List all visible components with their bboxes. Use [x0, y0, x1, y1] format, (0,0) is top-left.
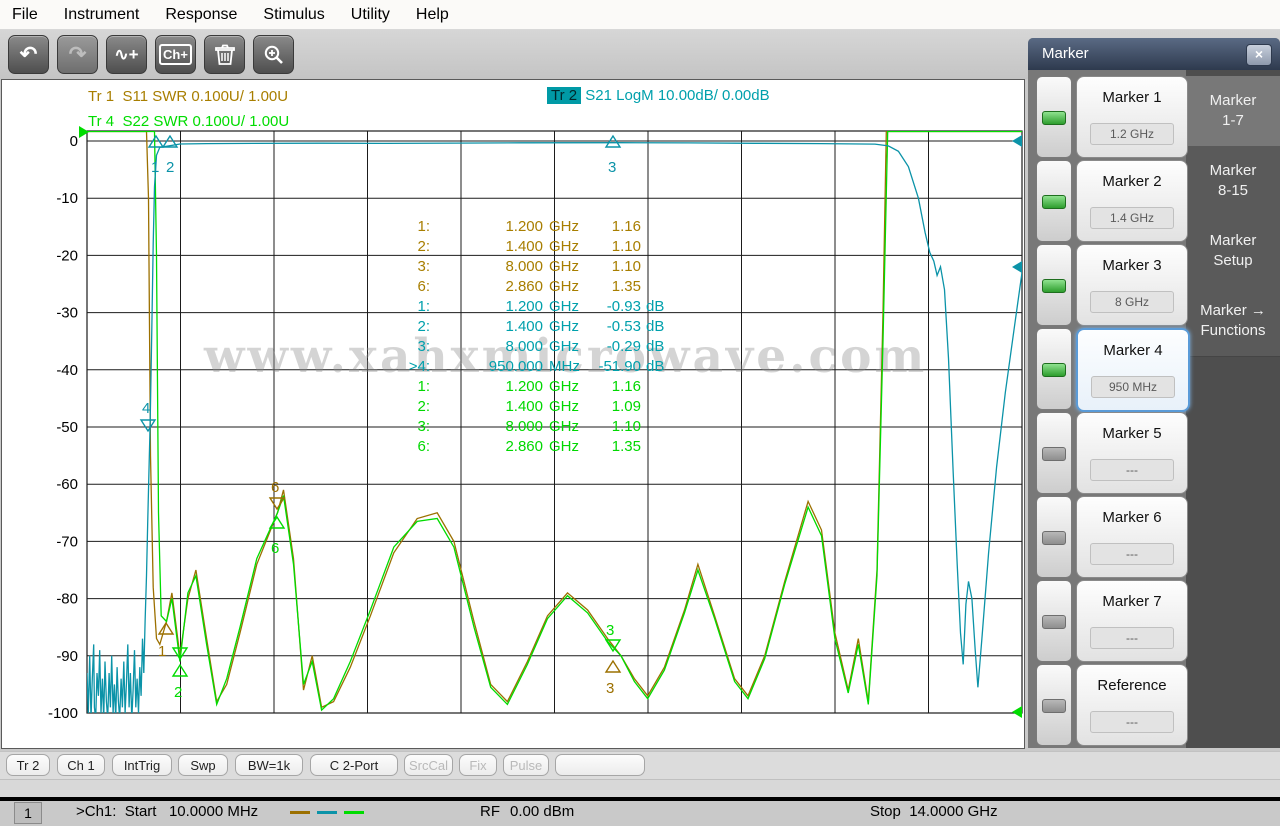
marker-toggle-6[interactable] — [1036, 496, 1072, 578]
menu-help[interactable]: Help — [414, 4, 451, 26]
menu-response[interactable]: Response — [163, 4, 239, 26]
led-off-icon — [1042, 615, 1066, 629]
tr2-legend-dash — [317, 811, 337, 814]
delete-button[interactable] — [204, 35, 245, 74]
marker-button-marker-3[interactable]: Marker 3 8 GHz — [1076, 244, 1188, 326]
tab-marker-8-15[interactable]: Marker8-15 — [1186, 146, 1280, 217]
marker-toggle-1[interactable] — [1036, 76, 1072, 158]
marker-toggle-5[interactable] — [1036, 412, 1072, 494]
menu-instrument[interactable]: Instrument — [62, 4, 142, 26]
trace-label-tr1[interactable]: Tr 1 S11 SWR 0.100U/ 1.00U — [88, 88, 288, 105]
marker-button-title: Marker 1 — [1077, 89, 1187, 106]
marker-button-title: Marker 3 — [1077, 257, 1187, 274]
marker-panel-tabs: Marker1-7 Marker8-15 MarkerSetup Marker … — [1186, 70, 1280, 748]
marker-value-field[interactable]: 1.2 GHz — [1090, 123, 1174, 145]
marker-value-field[interactable]: --- — [1090, 627, 1174, 649]
led-on-icon — [1042, 195, 1066, 209]
tr1-legend-dash — [290, 811, 310, 814]
taskbar-chip-c-2-port[interactable]: C 2-Port — [310, 754, 398, 776]
add-channel-button[interactable]: Ch+ — [155, 35, 196, 74]
tab-marker-setup[interactable]: MarkerSetup — [1186, 216, 1280, 287]
tab-marker-1-7[interactable]: Marker1-7 — [1186, 76, 1280, 147]
taskbar-chip-fix: Fix — [459, 754, 497, 776]
marker-button-marker-4[interactable]: Marker 4 950 MHz — [1076, 328, 1190, 412]
rf-power-value: 0.00 dBm — [510, 803, 574, 820]
led-off-icon — [1042, 699, 1066, 713]
taskbar-chip-swp[interactable]: Swp — [178, 754, 228, 776]
undo-button[interactable]: ↶ — [8, 35, 49, 74]
menu-utility[interactable]: Utility — [349, 4, 392, 26]
marker-value-field[interactable]: 950 MHz — [1091, 376, 1175, 398]
lower-strip — [0, 779, 1280, 798]
marker-value-field[interactable]: --- — [1090, 711, 1174, 733]
sweep-stop-text: Stop 14.0000 GHz — [870, 803, 998, 820]
tr4-legend-dash — [344, 811, 364, 814]
marker-button-title: Marker 4 — [1078, 342, 1188, 359]
marker-button-title: Marker 6 — [1077, 509, 1187, 526]
channel-footer: 1 >Ch1: Start 10.0000 MHz RF 0.00 dBm St… — [2, 798, 1024, 826]
taskbar-chip-empty — [555, 754, 645, 776]
marker-button-marker-2[interactable]: Marker 2 1.4 GHz — [1076, 160, 1188, 242]
zoom-button[interactable] — [253, 35, 294, 74]
marker-toggle-7[interactable] — [1036, 580, 1072, 662]
marker-button-marker-6[interactable]: Marker 6 --- — [1076, 496, 1188, 578]
status-taskbar: Tr 2 Ch 1 IntTrig Swp BW=1k C 2-Port SrcCal Fix… — [0, 751, 1280, 779]
led-off-icon — [1042, 447, 1066, 461]
menu-file[interactable]: File — [10, 4, 40, 26]
marker-button-marker-1[interactable]: Marker 1 1.2 GHz — [1076, 76, 1188, 158]
sweep-start-text: >Ch1: Start 10.0000 MHz — [76, 803, 258, 820]
zoom-in-icon — [263, 44, 285, 66]
tab-marker-functions[interactable]: Marker →Functions — [1186, 286, 1280, 357]
bottom-black-bar — [0, 797, 1280, 801]
trash-icon — [215, 44, 235, 66]
marker-toggle-2[interactable] — [1036, 160, 1072, 242]
led-off-icon — [1042, 531, 1066, 545]
channel-tab[interactable]: 1 — [14, 802, 42, 824]
marker-value-field[interactable]: --- — [1090, 459, 1174, 481]
marker-button-title: Reference — [1077, 677, 1187, 694]
taskbar-chip-tr-2[interactable]: Tr 2 — [6, 754, 50, 776]
undo-icon: ↶ — [20, 42, 38, 67]
add-channel-icon: Ch+ — [159, 44, 192, 65]
marker-button-title: Marker 2 — [1077, 173, 1187, 190]
taskbar-chip-inttrig[interactable]: IntTrig — [112, 754, 172, 776]
menu-bar: File Instrument Response Stimulus Utilit… — [0, 0, 1280, 30]
trace-label-tr2[interactable]: Tr 2 S21 LogM 10.00dB/ 0.00dB — [547, 87, 770, 104]
led-on-icon — [1042, 363, 1066, 377]
menu-stimulus[interactable]: Stimulus — [261, 4, 326, 26]
led-on-icon — [1042, 279, 1066, 293]
marker-button-title: Marker 5 — [1077, 425, 1187, 442]
marker-value-field[interactable]: 1.4 GHz — [1090, 207, 1174, 229]
led-on-icon — [1042, 111, 1066, 125]
add-trace-button[interactable]: ∿+ — [106, 35, 147, 74]
redo-button: ↷ — [57, 35, 98, 74]
marker-button-marker-7[interactable]: Marker 7 --- — [1076, 580, 1188, 662]
tr2-selected-chip: Tr 2 — [547, 87, 581, 104]
marker-value-field[interactable]: --- — [1090, 543, 1174, 565]
marker-panel-title: Marker — [1028, 38, 1280, 70]
taskbar-chip-pulse: Pulse — [503, 754, 549, 776]
close-icon[interactable]: × — [1246, 44, 1272, 66]
marker-button-title: Marker 7 — [1077, 593, 1187, 610]
marker-button-reference[interactable]: Reference --- — [1076, 664, 1188, 746]
marker-value-field[interactable]: 8 GHz — [1090, 291, 1174, 313]
redo-icon: ↷ — [69, 42, 87, 67]
taskbar-chip-bw-1k[interactable]: BW=1k — [235, 754, 303, 776]
taskbar-chip-ch-1[interactable]: Ch 1 — [57, 754, 105, 776]
marker-toggle-3[interactable] — [1036, 244, 1072, 326]
marker-toggle-4[interactable] — [1036, 328, 1072, 410]
taskbar-chip-srccal: SrcCal — [404, 754, 453, 776]
marker-panel: Marker × Marker1-7 Marker8-15 MarkerSetu… — [1028, 38, 1280, 748]
plot-area: Tr 1 S11 SWR 0.100U/ 1.00U Tr 2 S21 LogM… — [1, 79, 1025, 749]
marker-button-marker-5[interactable]: Marker 5 --- — [1076, 412, 1188, 494]
trace-label-tr4[interactable]: Tr 4 S22 SWR 0.100U/ 1.00U — [88, 113, 289, 130]
add-trace-icon: ∿+ — [114, 45, 138, 65]
marker-toggle-8[interactable] — [1036, 664, 1072, 746]
rf-label: RF — [480, 803, 500, 820]
